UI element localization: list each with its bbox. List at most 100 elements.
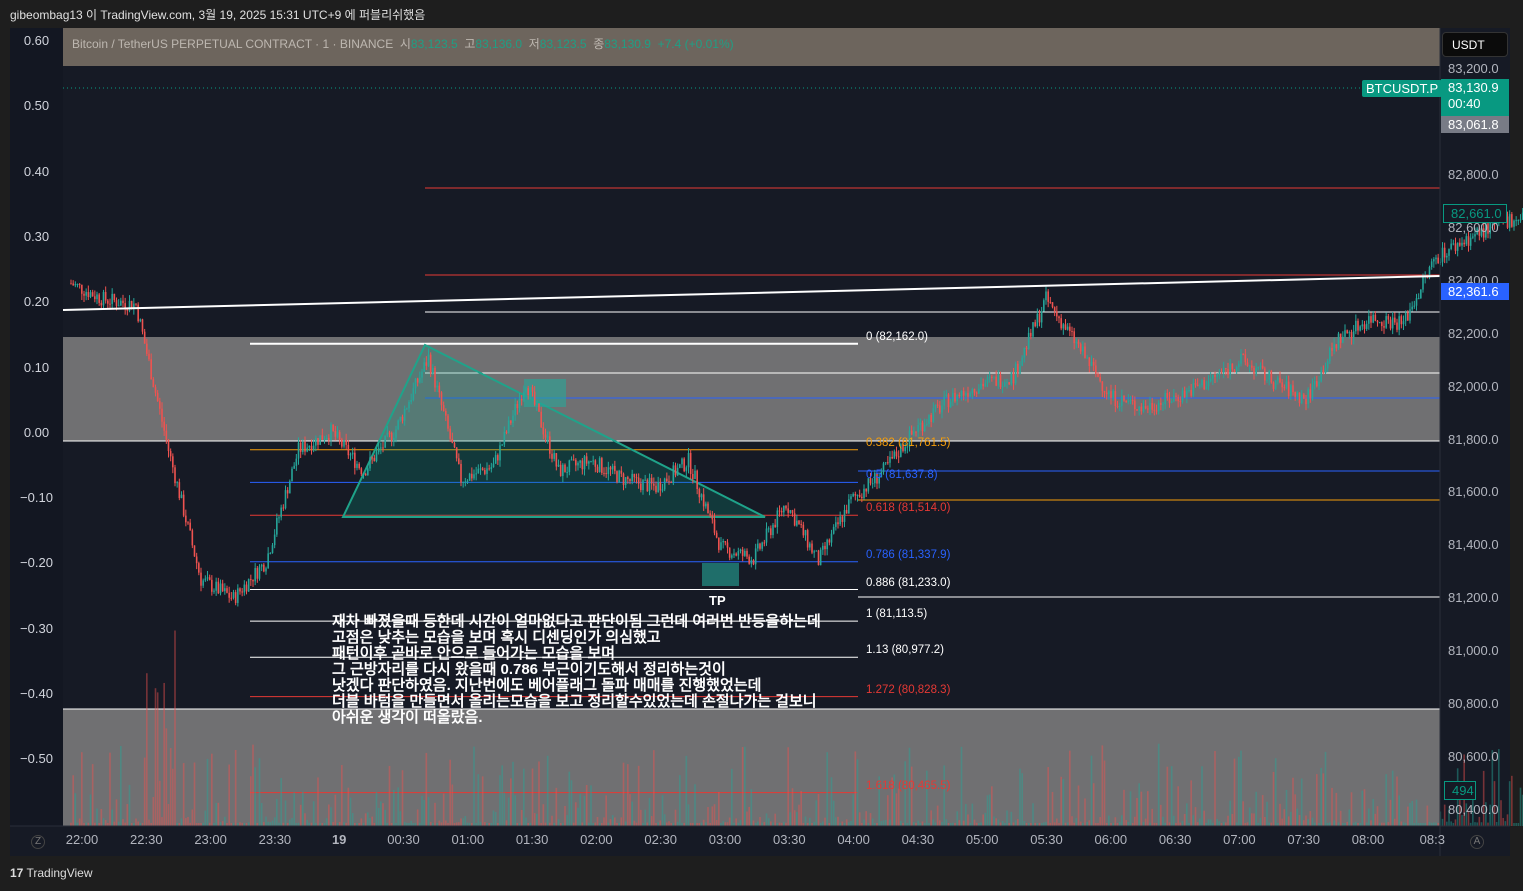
volume-bar — [741, 747, 744, 826]
volume-bar — [104, 820, 107, 826]
left-axis-tick: 0.60 — [23, 33, 50, 48]
tradingview-logo[interactable]: 17 TradingView — [10, 866, 93, 880]
change-value: +7.4 (+0.01%) — [657, 37, 734, 51]
volume-bar — [1225, 822, 1227, 826]
candle — [488, 468, 490, 470]
time-axis-tick: 08:00 — [1351, 832, 1385, 847]
volume-bar — [1346, 821, 1348, 826]
candle — [741, 549, 744, 556]
analysis-note: 재차 빠졌을때 등한데 시간이 얼마없다고 판단이됨 그런데 여러번 반등을하는… — [332, 613, 821, 726]
volume-bar — [1517, 822, 1520, 826]
volume-bar — [193, 762, 196, 826]
scale-auto-right-button[interactable]: A — [1470, 835, 1484, 849]
candle — [167, 439, 170, 452]
volume-bar — [772, 822, 774, 826]
volume-bar — [217, 802, 220, 826]
candle — [752, 560, 755, 565]
currency-button[interactable]: USDT — [1442, 32, 1508, 57]
candle — [614, 465, 616, 472]
volume-bar — [1235, 822, 1238, 826]
candle — [1316, 381, 1318, 387]
volume-bar — [1385, 774, 1387, 826]
candle — [438, 385, 441, 393]
high-value: 83,136.0 — [475, 37, 523, 51]
countdown: 00:40 — [1448, 96, 1481, 111]
volume-bar — [113, 821, 116, 826]
candle — [1192, 383, 1195, 396]
candle — [109, 303, 111, 305]
candle — [161, 408, 163, 422]
volume-bar — [865, 811, 867, 826]
candle — [856, 494, 859, 496]
candle — [412, 388, 415, 400]
candle — [319, 435, 321, 445]
volume-bar — [1285, 789, 1288, 826]
volume-bar — [830, 777, 833, 826]
volume-bar — [897, 788, 900, 826]
candle — [1136, 409, 1138, 411]
volume-bar — [557, 819, 560, 826]
volume-bar — [702, 819, 705, 826]
candle — [750, 560, 753, 564]
candle — [442, 405, 445, 412]
volume-bar — [280, 778, 282, 826]
volume-bar — [117, 821, 120, 826]
volume-bar — [1261, 795, 1264, 826]
candle — [187, 522, 189, 524]
volume-bar — [1248, 807, 1251, 826]
time-axis-tick: 01:00 — [451, 832, 485, 847]
candle — [674, 465, 677, 476]
volume-bar — [1506, 814, 1509, 826]
candle — [921, 422, 924, 432]
volume-bar — [332, 822, 334, 826]
candle — [1283, 387, 1286, 389]
symbol-price-label: BTCUSDT.P — [1362, 80, 1443, 97]
candle — [709, 513, 711, 516]
candle — [854, 493, 857, 496]
candle — [787, 508, 789, 513]
volume-bar — [1508, 781, 1511, 826]
volume-bar — [603, 817, 605, 826]
candle — [1010, 372, 1013, 385]
candle — [395, 429, 397, 438]
candle — [447, 415, 449, 429]
candle — [891, 456, 893, 459]
candle — [159, 401, 161, 409]
volume-bar — [757, 821, 759, 826]
volume-bar — [1409, 803, 1411, 826]
chart-canvas[interactable] — [0, 0, 1523, 891]
candle — [445, 411, 447, 416]
candle — [813, 551, 815, 553]
volume-bar — [369, 817, 371, 826]
candle — [689, 452, 692, 475]
volume-bar — [568, 771, 571, 826]
volume-bar — [711, 806, 714, 826]
volume-bar — [128, 784, 131, 826]
volume-bar — [1281, 818, 1283, 826]
candle — [1389, 319, 1392, 329]
candle — [865, 488, 867, 492]
candle — [1157, 402, 1160, 412]
candle — [1131, 400, 1134, 402]
candle — [1173, 395, 1175, 402]
volume-bar — [1123, 789, 1125, 826]
volume-bar — [650, 816, 653, 826]
volume-bar — [633, 820, 636, 826]
price-axis-tick: 83,200.0 — [1448, 61, 1499, 76]
volume-bar — [787, 747, 789, 826]
volume-bar — [590, 785, 592, 826]
volume-bar — [1426, 805, 1429, 826]
candle — [1160, 402, 1162, 405]
candle — [278, 517, 280, 519]
volume-bar — [159, 780, 161, 826]
candle — [1235, 367, 1238, 372]
volume-bar — [809, 817, 811, 826]
candle — [969, 393, 971, 397]
volume-bar — [871, 818, 874, 826]
scale-auto-left-button[interactable]: Z — [31, 835, 45, 849]
volume-bar — [269, 822, 272, 826]
candle — [252, 579, 254, 582]
candle — [546, 436, 549, 438]
volume-bar — [1216, 818, 1218, 826]
volume-bar — [302, 791, 304, 826]
